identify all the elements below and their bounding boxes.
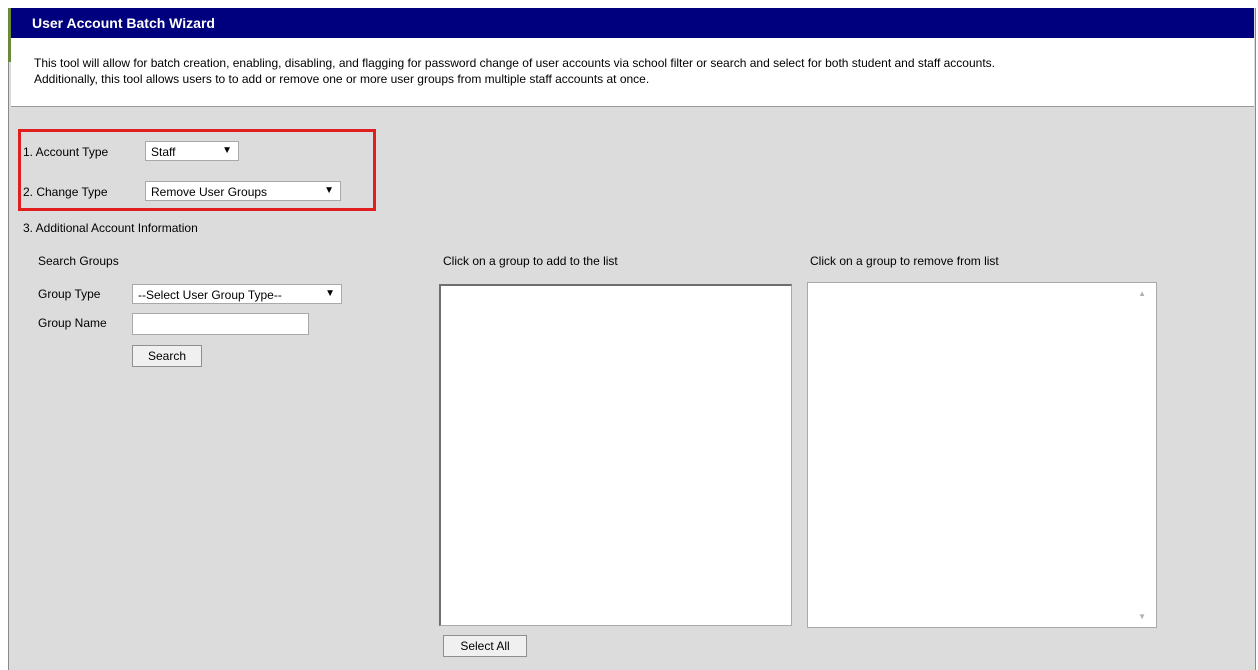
account-type-value: Staff — [151, 145, 176, 159]
scroll-up-icon[interactable]: ▲ — [1138, 289, 1146, 298]
group-type-label: Group Type — [38, 287, 101, 301]
remove-list-heading: Click on a group to remove from list — [810, 254, 999, 268]
search-button[interactable]: Search — [132, 345, 202, 367]
group-name-input[interactable] — [132, 313, 309, 335]
account-type-select[interactable]: Staff ▼ — [145, 141, 239, 161]
description-line-2: Additionally, this tool allows users to … — [34, 72, 650, 86]
add-list-heading: Click on a group to add to the list — [443, 254, 618, 268]
change-type-select[interactable]: Remove User Groups ▼ — [145, 181, 341, 201]
group-type-value: --Select User Group Type-- — [138, 288, 282, 302]
change-type-value: Remove User Groups — [151, 185, 268, 199]
scroll-down-icon[interactable]: ▼ — [1138, 612, 1146, 621]
available-groups-list[interactable] — [439, 284, 792, 626]
chevron-down-icon: ▼ — [325, 288, 335, 299]
chevron-down-icon: ▼ — [222, 145, 232, 156]
group-name-label: Group Name — [38, 316, 107, 330]
additional-info-label: 3. Additional Account Information — [23, 221, 198, 235]
group-type-select[interactable]: --Select User Group Type-- ▼ — [132, 284, 342, 304]
chevron-down-icon: ▼ — [324, 185, 334, 196]
selected-groups-list[interactable]: ▲ ▼ — [807, 282, 1157, 628]
select-all-button[interactable]: Select All — [443, 635, 527, 657]
description-box: This tool will allow for batch creation,… — [11, 38, 1254, 107]
page-title: User Account Batch Wizard — [32, 15, 215, 31]
header-bar: User Account Batch Wizard — [11, 8, 1254, 38]
description-line-1: This tool will allow for batch creation,… — [34, 56, 995, 70]
change-type-label: 2. Change Type — [23, 185, 108, 199]
account-type-label: 1. Account Type — [23, 145, 109, 159]
search-groups-heading: Search Groups — [38, 254, 119, 268]
